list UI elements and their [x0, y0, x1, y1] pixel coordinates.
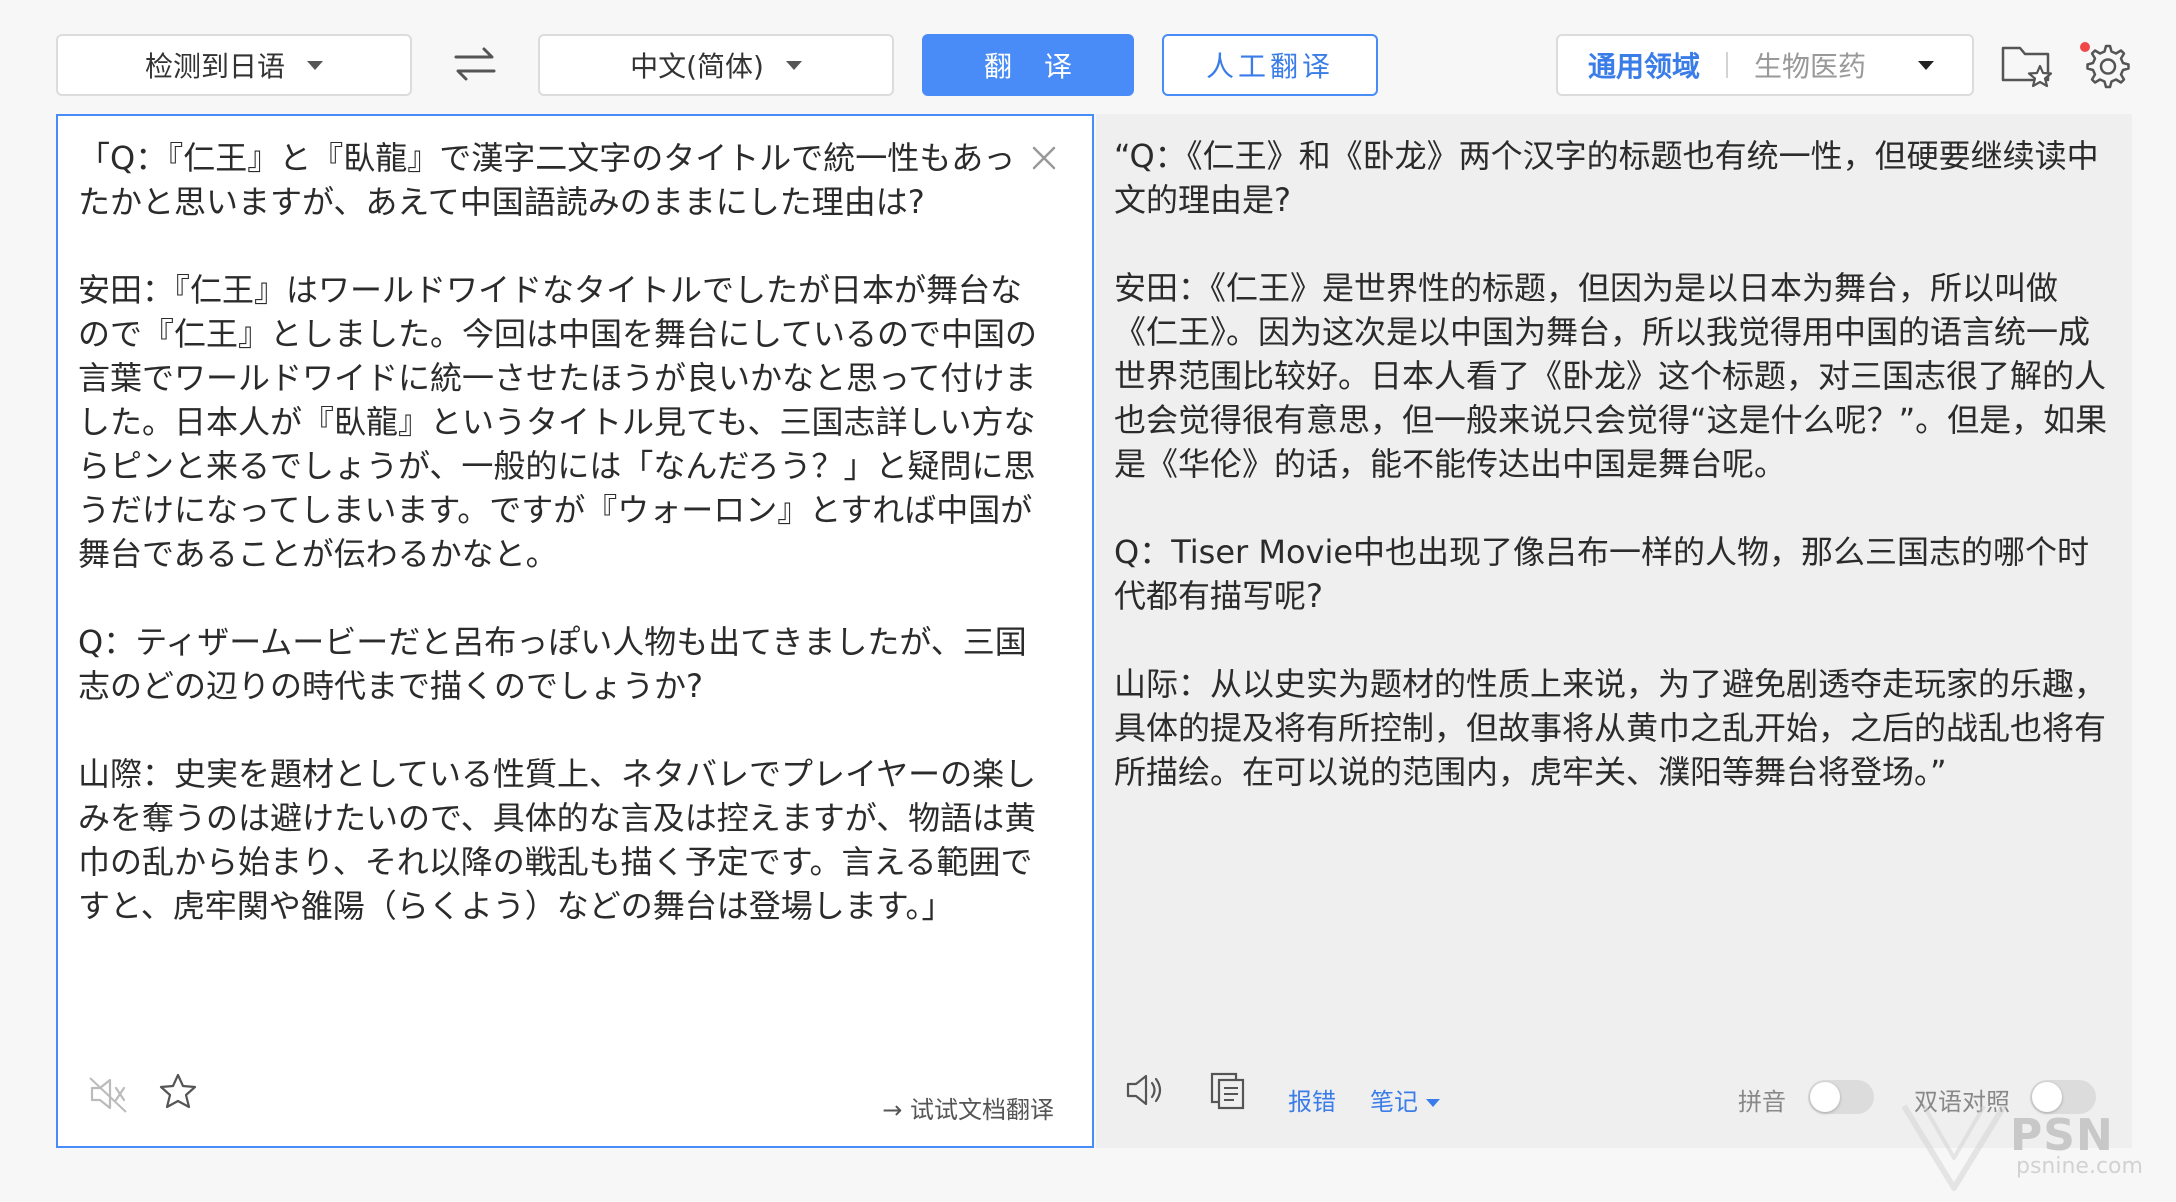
notification-dot	[2080, 42, 2090, 52]
domain-bio-option[interactable]: 生物医药	[1754, 45, 1866, 85]
toggle-knob	[1810, 1082, 1840, 1112]
translation-output: “Q：《仁王》和《卧龙》两个汉字的标题也有统一性，但硬要继续读中文的理由是? 安…	[1114, 137, 2108, 791]
pinyin-toggle[interactable]	[1808, 1080, 1874, 1114]
favorites-folder-icon[interactable]	[2000, 40, 2056, 92]
domain-general-option[interactable]: 通用领域	[1588, 45, 1700, 85]
speaker-icon[interactable]	[1122, 1068, 1166, 1112]
source-text-input[interactable]: 「Q：『仁王』と『臥龍』で漢字二文字のタイトルで統一性もあったかと思いますが、あ…	[78, 136, 1038, 928]
source-text-panel[interactable]: 「Q：『仁王』と『臥龍』で漢字二文字のタイトルで統一性もあったかと思いますが、あ…	[56, 114, 1094, 1148]
speaker-muted-icon[interactable]	[86, 1072, 130, 1116]
toolbar: 检测到日语 中文(简体) 翻译 人工翻译 通用领域 生物医药	[0, 0, 2176, 110]
clear-icon[interactable]	[1026, 140, 1062, 176]
document-translate-link[interactable]: → 试试文档翻译	[882, 1090, 1054, 1125]
target-text-panel: “Q：《仁王》和《卧龙》两个汉字的标题也有统一性，但硬要继续读中文的理由是? 安…	[1096, 114, 2132, 1148]
swap-languages-icon[interactable]	[450, 40, 500, 90]
chevron-down-icon	[307, 60, 323, 70]
chevron-down-icon[interactable]	[1918, 61, 1934, 70]
note-dropdown[interactable]: 笔记	[1370, 1082, 1440, 1117]
copy-icon[interactable]	[1206, 1068, 1250, 1112]
source-language-select[interactable]: 检测到日语	[56, 34, 412, 96]
chevron-down-icon	[1426, 1099, 1440, 1107]
star-icon[interactable]	[156, 1070, 200, 1114]
pinyin-label: 拼音	[1738, 1088, 1786, 1116]
source-language-label: 检测到日语	[144, 50, 285, 83]
divider	[1726, 52, 1729, 78]
report-error-link[interactable]: 报错	[1288, 1082, 1336, 1117]
domain-select[interactable]: 通用领域 生物医药	[1556, 34, 1974, 96]
note-label: 笔记	[1370, 1088, 1418, 1116]
translate-button[interactable]: 翻译	[922, 34, 1134, 96]
human-translate-button[interactable]: 人工翻译	[1162, 34, 1378, 96]
target-language-select[interactable]: 中文(简体)	[538, 34, 894, 96]
watermark-subtext: psnine.com	[2016, 1154, 2143, 1179]
chevron-down-icon	[785, 60, 802, 70]
target-language-label: 中文(简体)	[630, 50, 764, 83]
